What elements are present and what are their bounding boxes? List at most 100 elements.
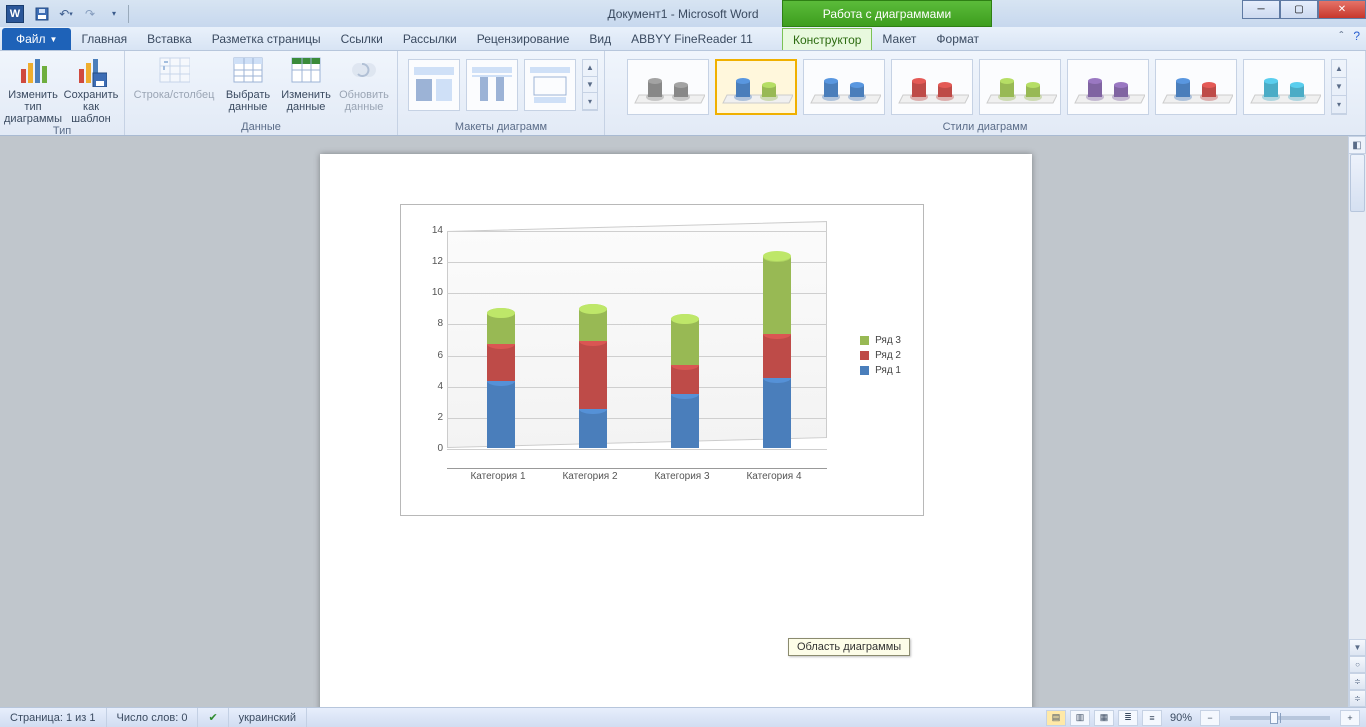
chart-layout-3[interactable] [524,59,576,111]
x-category-label: Категория 1 [457,471,539,482]
help-icon[interactable]: ? [1353,29,1360,43]
y-tick-label: 4 [421,381,443,392]
styles-scroll-down[interactable]: ▼ [1332,78,1346,96]
spellcheck-icon: ✔ [208,711,217,724]
layouts-scroll-up[interactable]: ▲ [583,60,597,77]
switch-row-column-button: Строка/столбец [131,53,217,113]
browse-object-button[interactable]: ○ [1349,656,1366,673]
edit-data-label: Изменить данные [281,89,331,113]
tab-chart-layout[interactable]: Макет [872,28,926,50]
layouts-scroll-down[interactable]: ▼ [583,77,597,94]
print-layout-view-icon[interactable]: ▤ [1046,710,1066,726]
group-styles-label: Стили диаграмм [943,121,1028,135]
chart-bar[interactable] [763,256,791,448]
file-tab-label: Файл [16,32,46,46]
ruler-toggle-icon[interactable]: ◧ [1348,136,1366,154]
tab-page-layout[interactable]: Разметка страницы [202,28,331,50]
outline-view-icon[interactable]: ≣ [1118,710,1138,726]
group-chart-styles: ▲ ▼ ▾ Стили диаграмм [605,51,1366,135]
web-layout-view-icon[interactable]: ▦ [1094,710,1114,726]
scroll-thumb[interactable] [1350,154,1365,212]
zoom-in-button[interactable]: + [1340,710,1360,726]
chart-styles-scroll: ▲ ▼ ▾ [1331,59,1347,115]
refresh-data-label: Обновить данные [339,89,389,113]
tab-view[interactable]: Вид [579,28,621,50]
chart-style-8[interactable] [1243,59,1325,115]
chart-style-2[interactable] [715,59,797,115]
chart-style-4[interactable] [891,59,973,115]
zoom-out-button[interactable]: − [1200,710,1220,726]
refresh-data-icon [348,55,380,87]
chart-style-1[interactable] [627,59,709,115]
switch-row-column-icon [158,55,190,87]
tab-abbyy[interactable]: ABBYY FineReader 11 [621,28,763,50]
styles-scroll-up[interactable]: ▲ [1332,60,1346,78]
select-data-button[interactable]: Выбрать данные [221,53,275,113]
group-type: Изменить тип диаграммы Сохранить как шаб… [0,51,125,135]
tab-mailings[interactable]: Рассылки [393,28,467,50]
chart-layout-1[interactable] [408,59,460,111]
legend-item[interactable]: Ряд 2 [860,350,901,361]
x-category-label: Категория 2 [549,471,631,482]
title-bar: W ↶▾ ↷ ▾ Документ1 - Microsoft Word Рабо… [0,0,1366,27]
quick-access-toolbar: W ↶▾ ↷ ▾ [0,4,134,24]
next-page-button[interactable]: ≑ [1349,690,1366,707]
tab-references[interactable]: Ссылки [331,28,393,50]
chart-bar[interactable] [487,313,515,448]
tab-insert[interactable]: Вставка [137,28,202,50]
chart-style-7[interactable] [1155,59,1237,115]
legend-item[interactable]: Ряд 3 [860,335,901,346]
tab-chart-design[interactable]: Конструктор [782,28,872,50]
chart-bar[interactable] [671,319,699,448]
word-count-status[interactable]: Число слов: 0 [107,708,199,727]
chart-object[interactable]: 02468101214Категория 1Категория 2Категор… [400,204,924,516]
y-tick-label: 12 [421,256,443,267]
group-layouts-label: Макеты диаграмм [455,121,547,135]
chart-plot-area[interactable]: 02468101214Категория 1Категория 2Категор… [447,231,827,469]
document-area[interactable]: 02468101214Категория 1Категория 2Категор… [0,136,1348,707]
y-tick-label: 0 [421,443,443,454]
save-as-template-button[interactable]: Сохранить как шаблон [64,53,118,125]
undo-icon[interactable]: ↶▾ [56,4,76,24]
vertical-scrollbar[interactable]: ▲ ▼ ○ ≑ ≑ [1348,136,1366,707]
scroll-down-button[interactable]: ▼ [1349,639,1366,656]
status-bar: Страница: 1 из 1 Число слов: 0 ✔ украинс… [0,707,1366,727]
tab-chart-format[interactable]: Формат [926,28,989,50]
full-screen-reading-view-icon[interactable]: ▥ [1070,710,1090,726]
language-status[interactable]: украинский [229,708,307,727]
chart-layout-2[interactable] [466,59,518,111]
save-icon[interactable] [32,4,52,24]
zoom-level[interactable]: 90% [1170,712,1192,724]
chart-style-3[interactable] [803,59,885,115]
draft-view-icon[interactable]: ≡ [1142,710,1162,726]
x-category-label: Категория 4 [733,471,815,482]
file-tab[interactable]: Файл▼ [2,28,71,50]
zoom-slider[interactable] [1230,716,1330,720]
edit-data-icon [290,55,322,87]
close-button[interactable]: ✕ [1318,0,1366,19]
chart-bar[interactable] [579,309,607,448]
select-data-label: Выбрать данные [226,89,270,113]
tab-home[interactable]: Главная [71,28,137,50]
styles-expand[interactable]: ▾ [1332,96,1346,114]
word-app-icon[interactable]: W [6,5,24,23]
minimize-button[interactable]: ─ [1242,0,1280,19]
layouts-expand[interactable]: ▾ [583,93,597,110]
chart-legend[interactable]: Ряд 3 Ряд 2 Ряд 1 [860,331,901,380]
tab-review[interactable]: Рецензирование [467,28,580,50]
prev-page-button[interactable]: ≑ [1349,673,1366,690]
minimize-ribbon-icon[interactable]: ˆ [1339,29,1343,43]
chart-style-6[interactable] [1067,59,1149,115]
change-chart-type-button[interactable]: Изменить тип диаграммы [6,53,60,125]
x-category-label: Категория 3 [641,471,723,482]
chart-style-5[interactable] [979,59,1061,115]
redo-icon[interactable]: ↷ [80,4,100,24]
maximize-button[interactable]: ▢ [1280,0,1318,19]
edit-data-button[interactable]: Изменить данные [279,53,333,113]
legend-item[interactable]: Ряд 1 [860,365,901,376]
qat-dropdown-icon[interactable]: ▾ [104,4,124,24]
spellcheck-status[interactable]: ✔ [198,708,228,727]
y-tick-label: 6 [421,350,443,361]
change-chart-type-icon [17,55,49,87]
page-number-status[interactable]: Страница: 1 из 1 [0,708,107,727]
